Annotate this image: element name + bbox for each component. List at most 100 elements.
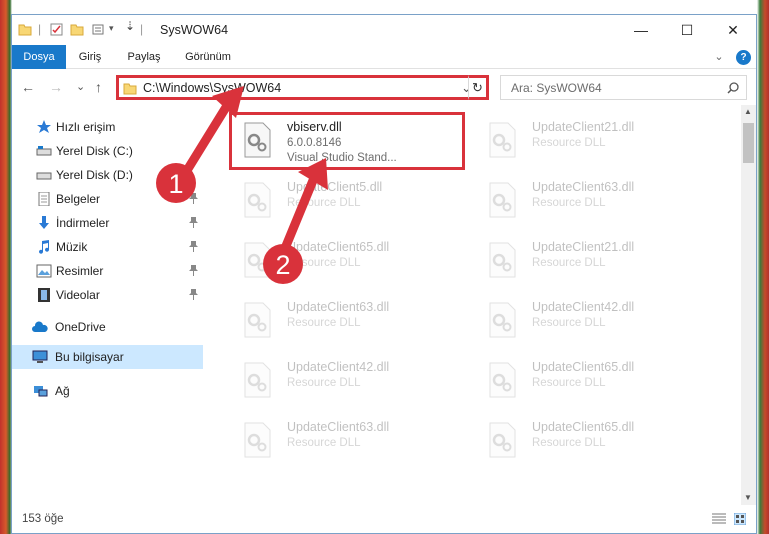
cloud-icon — [32, 321, 48, 332]
sidebar-item-downloads[interactable]: İndirmeler — [12, 211, 203, 235]
pin-icon[interactable] — [189, 265, 198, 276]
search-input[interactable]: Ara: SysWOW64 — [511, 81, 602, 95]
customize-quick-access-dropdown-icon[interactable]: ▾ — [109, 23, 114, 34]
dll-file-icon — [489, 362, 516, 398]
expand-ribbon-icon[interactable]: ⌄ — [712, 45, 726, 69]
file-item[interactable]: UpdateClient65.dll Resource DLL — [472, 349, 708, 409]
file-type: Resource DLL — [532, 377, 606, 389]
pin-icon[interactable] — [189, 193, 198, 204]
navigation-pane: Hızlı erişim Yerel Disk (C:) Yerel Disk … — [12, 105, 203, 505]
refresh-button[interactable]: ↻ — [468, 75, 489, 100]
ribbon-tabs: Dosya Giriş Paylaş Görünüm ⌄ ? — [12, 45, 756, 69]
pin-icon[interactable] — [189, 217, 198, 228]
file-type: Resource DLL — [287, 197, 361, 209]
dll-file-icon — [489, 422, 516, 458]
tab-share[interactable]: Paylaş — [124, 45, 164, 69]
new-folder-icon[interactable] — [70, 23, 84, 36]
scrollbar-thumb[interactable] — [743, 123, 754, 163]
download-icon — [39, 216, 49, 229]
sidebar-item-label: Resimler — [56, 264, 104, 278]
file-name: UpdateClient42.dll — [287, 360, 390, 374]
help-icon[interactable]: ? — [736, 50, 751, 65]
file-item[interactable]: UpdateClient42.dll Resource DLL — [227, 349, 463, 409]
minimize-button[interactable]: — — [618, 15, 664, 45]
navigation-bar: ← → ⌄ ↑ C:\Windows\SysWOW64 ⌄ ↻ Ara: Sys… — [12, 70, 756, 104]
file-type: Resource DLL — [532, 437, 606, 449]
separator: | — [38, 22, 42, 36]
dll-file-icon — [244, 182, 271, 218]
sidebar-item-drive-c[interactable]: Yerel Disk (C:) — [12, 139, 203, 163]
sidebar-item-videos[interactable]: Videolar — [12, 283, 203, 307]
tab-view[interactable]: Görünüm — [180, 45, 236, 69]
pin-icon[interactable] — [189, 241, 198, 252]
file-item[interactable]: UpdateClient5.dll Resource DLL — [227, 169, 463, 229]
tab-file[interactable]: Dosya — [12, 45, 66, 69]
vertical-scrollbar[interactable]: ▲ ▼ — [741, 105, 756, 505]
separator: | — [140, 22, 144, 36]
file-item[interactable]: UpdateClient21.dll Resource DLL — [472, 109, 708, 169]
file-item[interactable]: UpdateClient63.dll Resource DLL — [472, 169, 708, 229]
file-item[interactable]: UpdateClient65.dll Resource DLL — [472, 409, 708, 469]
dll-file-icon — [244, 242, 271, 278]
sidebar-item-onedrive[interactable]: OneDrive — [12, 315, 203, 339]
file-name: UpdateClient65.dll — [287, 240, 390, 254]
up-button[interactable]: ↑ — [95, 79, 102, 95]
sidebar-item-music[interactable]: Müzik — [12, 235, 203, 259]
file-type: Resource DLL — [532, 317, 606, 329]
dll-file-icon — [489, 302, 516, 338]
file-type: Resource DLL — [287, 377, 361, 389]
folder-icon[interactable] — [18, 23, 32, 36]
star-icon — [37, 120, 51, 133]
file-item[interactable]: UpdateClient63.dll Resource DLL — [227, 409, 463, 469]
status-bar: 153 öğe — [12, 505, 756, 533]
sidebar-item-label: OneDrive — [55, 320, 106, 334]
file-name: UpdateClient21.dll — [532, 240, 635, 254]
sidebar-item-network[interactable]: Ağ — [12, 379, 203, 403]
address-path[interactable]: C:\Windows\SysWOW64 — [143, 81, 281, 95]
file-item[interactable]: UpdateClient65.dll Resource DLL — [227, 229, 463, 289]
music-icon — [39, 240, 49, 254]
address-bar[interactable]: C:\Windows\SysWOW64 ⌄ — [116, 75, 489, 100]
recent-locations-button[interactable]: ⌄ — [76, 80, 85, 93]
details-view-icon[interactable] — [712, 513, 726, 525]
properties-icon[interactable] — [50, 23, 64, 36]
tab-home[interactable]: Giriş — [74, 45, 106, 69]
drive-icon — [36, 146, 52, 156]
explorer-window: | ▾ ⇣ | SysWOW64 — ☐ ✕ Dosya Giriş Payla… — [11, 14, 757, 534]
sidebar-item-label: İndirmeler — [56, 216, 110, 230]
dll-file-icon — [244, 422, 271, 458]
sidebar-item-this-pc[interactable]: Bu bilgisayar — [12, 345, 203, 369]
search-box[interactable]: Ara: SysWOW64 — [500, 75, 747, 100]
dll-file-icon — [244, 362, 271, 398]
sidebar-item-label: Belgeler — [56, 192, 101, 206]
forward-button[interactable]: → — [49, 79, 63, 95]
sidebar-item-quick-access[interactable]: Hızlı erişim — [12, 115, 203, 139]
selected-file-highlight — [229, 112, 465, 170]
file-name: UpdateClient65.dll — [532, 420, 635, 434]
file-item[interactable]: UpdateClient63.dll Resource DLL — [227, 289, 463, 349]
sidebar-item-pictures[interactable]: Resimler — [12, 259, 203, 283]
tiles-view-icon[interactable] — [734, 513, 746, 525]
pin-icon[interactable] — [189, 289, 198, 300]
file-type: Resource DLL — [532, 137, 606, 149]
dll-file-icon — [489, 182, 516, 218]
file-item[interactable]: UpdateClient21.dll Resource DLL — [472, 229, 708, 289]
pictures-icon — [36, 264, 52, 278]
search-icon[interactable] — [727, 82, 739, 94]
file-type: Resource DLL — [287, 317, 361, 329]
toolbar-overflow-icon[interactable]: ⇣ — [125, 19, 135, 33]
scroll-up-icon[interactable]: ▲ — [744, 107, 752, 116]
maximize-button[interactable]: ☐ — [664, 15, 710, 45]
drive-icon — [36, 172, 52, 180]
close-button[interactable]: ✕ — [710, 15, 756, 45]
item-count: 153 öğe — [22, 513, 64, 525]
file-name: UpdateClient63.dll — [287, 420, 390, 434]
scroll-down-icon[interactable]: ▼ — [744, 493, 752, 502]
sidebar-item-documents[interactable]: Belgeler — [12, 187, 203, 211]
file-name: UpdateClient21.dll — [532, 120, 635, 134]
customize-icon[interactable] — [92, 23, 106, 36]
sidebar-item-drive-d[interactable]: Yerel Disk (D:) — [12, 163, 203, 187]
file-item[interactable]: UpdateClient42.dll Resource DLL — [472, 289, 708, 349]
back-button[interactable]: ← — [21, 79, 35, 95]
window-title: SysWOW64 — [160, 23, 229, 37]
